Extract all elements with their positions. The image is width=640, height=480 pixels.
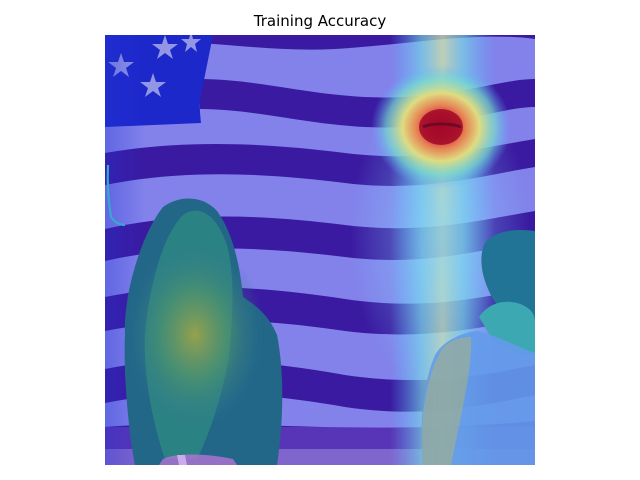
figure-title: Training Accuracy — [253, 12, 387, 30]
heatmap-overlay-image — [105, 35, 535, 465]
